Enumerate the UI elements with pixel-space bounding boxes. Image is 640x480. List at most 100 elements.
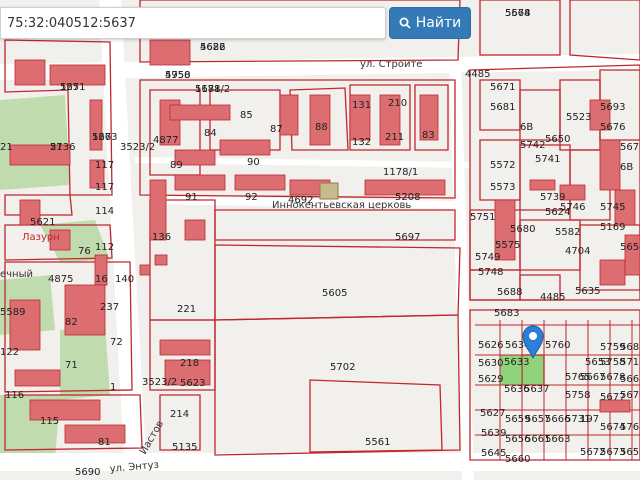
parcel-label: 83 bbox=[422, 130, 435, 141]
parcel-label: 5759 bbox=[600, 342, 625, 353]
parcel-label: 132 bbox=[352, 137, 371, 148]
parcel-label: 5702 bbox=[330, 362, 355, 373]
sun-label: ечный bbox=[0, 269, 33, 280]
church-building bbox=[319, 182, 339, 200]
parcel-label: 5135 bbox=[172, 442, 197, 453]
cadastral-map[interactable]: 5564495846861178/21251262121117117114562… bbox=[0, 0, 640, 480]
parcel-label: 5680 bbox=[510, 224, 535, 235]
parcel-label: 5673 bbox=[600, 447, 625, 458]
parcel-label: 5650 bbox=[545, 134, 570, 145]
parcel-label: 117 bbox=[95, 182, 114, 193]
search-icon bbox=[399, 17, 411, 29]
parcel-label: 5749 bbox=[475, 252, 500, 263]
parcel-label: 136 bbox=[152, 232, 171, 243]
parcel-label: 5673 bbox=[620, 142, 640, 153]
parcel-label: 140 bbox=[115, 274, 134, 285]
parcel-label: 5629 bbox=[478, 374, 503, 385]
parcel-label: 5718 bbox=[620, 357, 640, 368]
parcel-label: 214 bbox=[170, 409, 189, 420]
search-box[interactable] bbox=[0, 7, 386, 39]
parcel-label: 5621 bbox=[30, 217, 55, 228]
parcel-label: 117 bbox=[95, 160, 114, 171]
parcel-label: 237 bbox=[100, 302, 119, 313]
parcel-label: 131 bbox=[352, 100, 371, 111]
parcel-label: 5573 bbox=[490, 182, 515, 193]
parcel-label: 5765 bbox=[565, 372, 590, 383]
parcel-label: 84 bbox=[204, 128, 217, 139]
parcel-label: 5676 bbox=[600, 122, 625, 133]
parcel-label: 5637 bbox=[524, 384, 549, 395]
parcel-label: 6В bbox=[620, 162, 633, 173]
parcel-label: 92 bbox=[245, 192, 258, 203]
parcel-label: 112 bbox=[95, 242, 114, 253]
parcel-label: 5681 bbox=[490, 102, 515, 113]
parcel-label: 5654 bbox=[620, 242, 640, 253]
parcel-label: 5750 bbox=[165, 70, 190, 81]
parcel-label: 88 bbox=[315, 122, 328, 133]
parcel-label: 5653 bbox=[585, 357, 610, 368]
parcel-label: 5630 bbox=[478, 358, 503, 369]
parcel-label: 5622 bbox=[200, 42, 225, 53]
parcel-label: 5745 bbox=[600, 202, 625, 213]
parcel-label: 89 bbox=[170, 160, 183, 171]
cadastral-number-input[interactable] bbox=[1, 8, 385, 38]
parcel-label: 210 bbox=[388, 98, 407, 109]
parcel-label: 5760 bbox=[545, 340, 570, 351]
parcel-label: 211 bbox=[385, 132, 404, 143]
parcel-label: 91 bbox=[185, 192, 198, 203]
parcel-label: 4485 bbox=[465, 69, 490, 80]
parcel-label: 3523/2 bbox=[142, 377, 177, 388]
parcel-label: 5169 bbox=[600, 222, 625, 233]
parcel-label: 5742 bbox=[520, 140, 545, 151]
parcel-label: 5582 bbox=[555, 227, 580, 238]
parcel-label: 1 bbox=[110, 382, 116, 393]
parcel-label: 3523/2 bbox=[120, 142, 155, 153]
church-label: Иннокентьевская церковь bbox=[272, 200, 411, 211]
parcel-label: 5748 bbox=[478, 267, 503, 278]
parcel-label: 4877 bbox=[153, 135, 178, 146]
parcel-label: 5605 bbox=[322, 288, 347, 299]
parcel-label: 4704 bbox=[565, 246, 590, 257]
search-button-label: Найти bbox=[415, 15, 462, 31]
parcel-label: 5633 bbox=[504, 357, 529, 368]
parcel-label: 5523 bbox=[566, 112, 591, 123]
parcel-label: 5673 bbox=[92, 132, 117, 143]
parcel-label: 71 bbox=[65, 360, 78, 371]
parcel-label: 21 bbox=[0, 142, 13, 153]
parcel-label: 81 bbox=[98, 437, 111, 448]
parcel-label: 4875 bbox=[48, 274, 73, 285]
parcel-label: 5690 bbox=[75, 467, 100, 478]
parcel-label: 87 bbox=[270, 124, 283, 135]
parcel-label: 5679 bbox=[620, 390, 640, 401]
parcel-label: 5671 bbox=[490, 82, 515, 93]
parcel-label: 5635 bbox=[575, 286, 600, 297]
parcel-label: 5623 bbox=[180, 378, 205, 389]
parcel-label: 5674 bbox=[600, 422, 625, 433]
parcel-label: 72 bbox=[110, 337, 123, 348]
parcel-label: 5681 bbox=[195, 84, 220, 95]
parcel-label: 5683 bbox=[494, 308, 519, 319]
parcel-label: 5688 bbox=[497, 287, 522, 298]
parcel-label: 90 bbox=[247, 157, 260, 168]
parcel-label: 5575 bbox=[495, 240, 520, 251]
kindergarten-label: Лазурн bbox=[22, 232, 60, 243]
parcel-label: 85 bbox=[240, 110, 253, 121]
search-button[interactable]: Найти bbox=[389, 7, 471, 39]
parcel-label: 116 bbox=[5, 390, 24, 401]
parcel-label: 5736 bbox=[50, 142, 75, 153]
parcel-label: 5758 bbox=[565, 390, 590, 401]
parcel-label: 5661 bbox=[620, 374, 640, 385]
parcel-label: 5627 bbox=[480, 408, 505, 419]
parcel-label: 16 bbox=[95, 274, 108, 285]
parcel-label: 5639 bbox=[481, 428, 506, 439]
parcel-label: 1178/1 bbox=[383, 167, 418, 178]
parcel-label: 5741 bbox=[535, 154, 560, 165]
parcel-label: 197 bbox=[580, 414, 599, 425]
parcel-label: 114 bbox=[95, 206, 114, 217]
parcel-label: 5678 bbox=[505, 8, 530, 19]
parcel-label: 5589 bbox=[0, 307, 25, 318]
street-label: ул. Строите bbox=[360, 59, 422, 70]
parcel-label: 76 bbox=[78, 246, 91, 257]
parcel-label: 5663 bbox=[545, 434, 570, 445]
parcel-label: 122 bbox=[0, 347, 19, 358]
